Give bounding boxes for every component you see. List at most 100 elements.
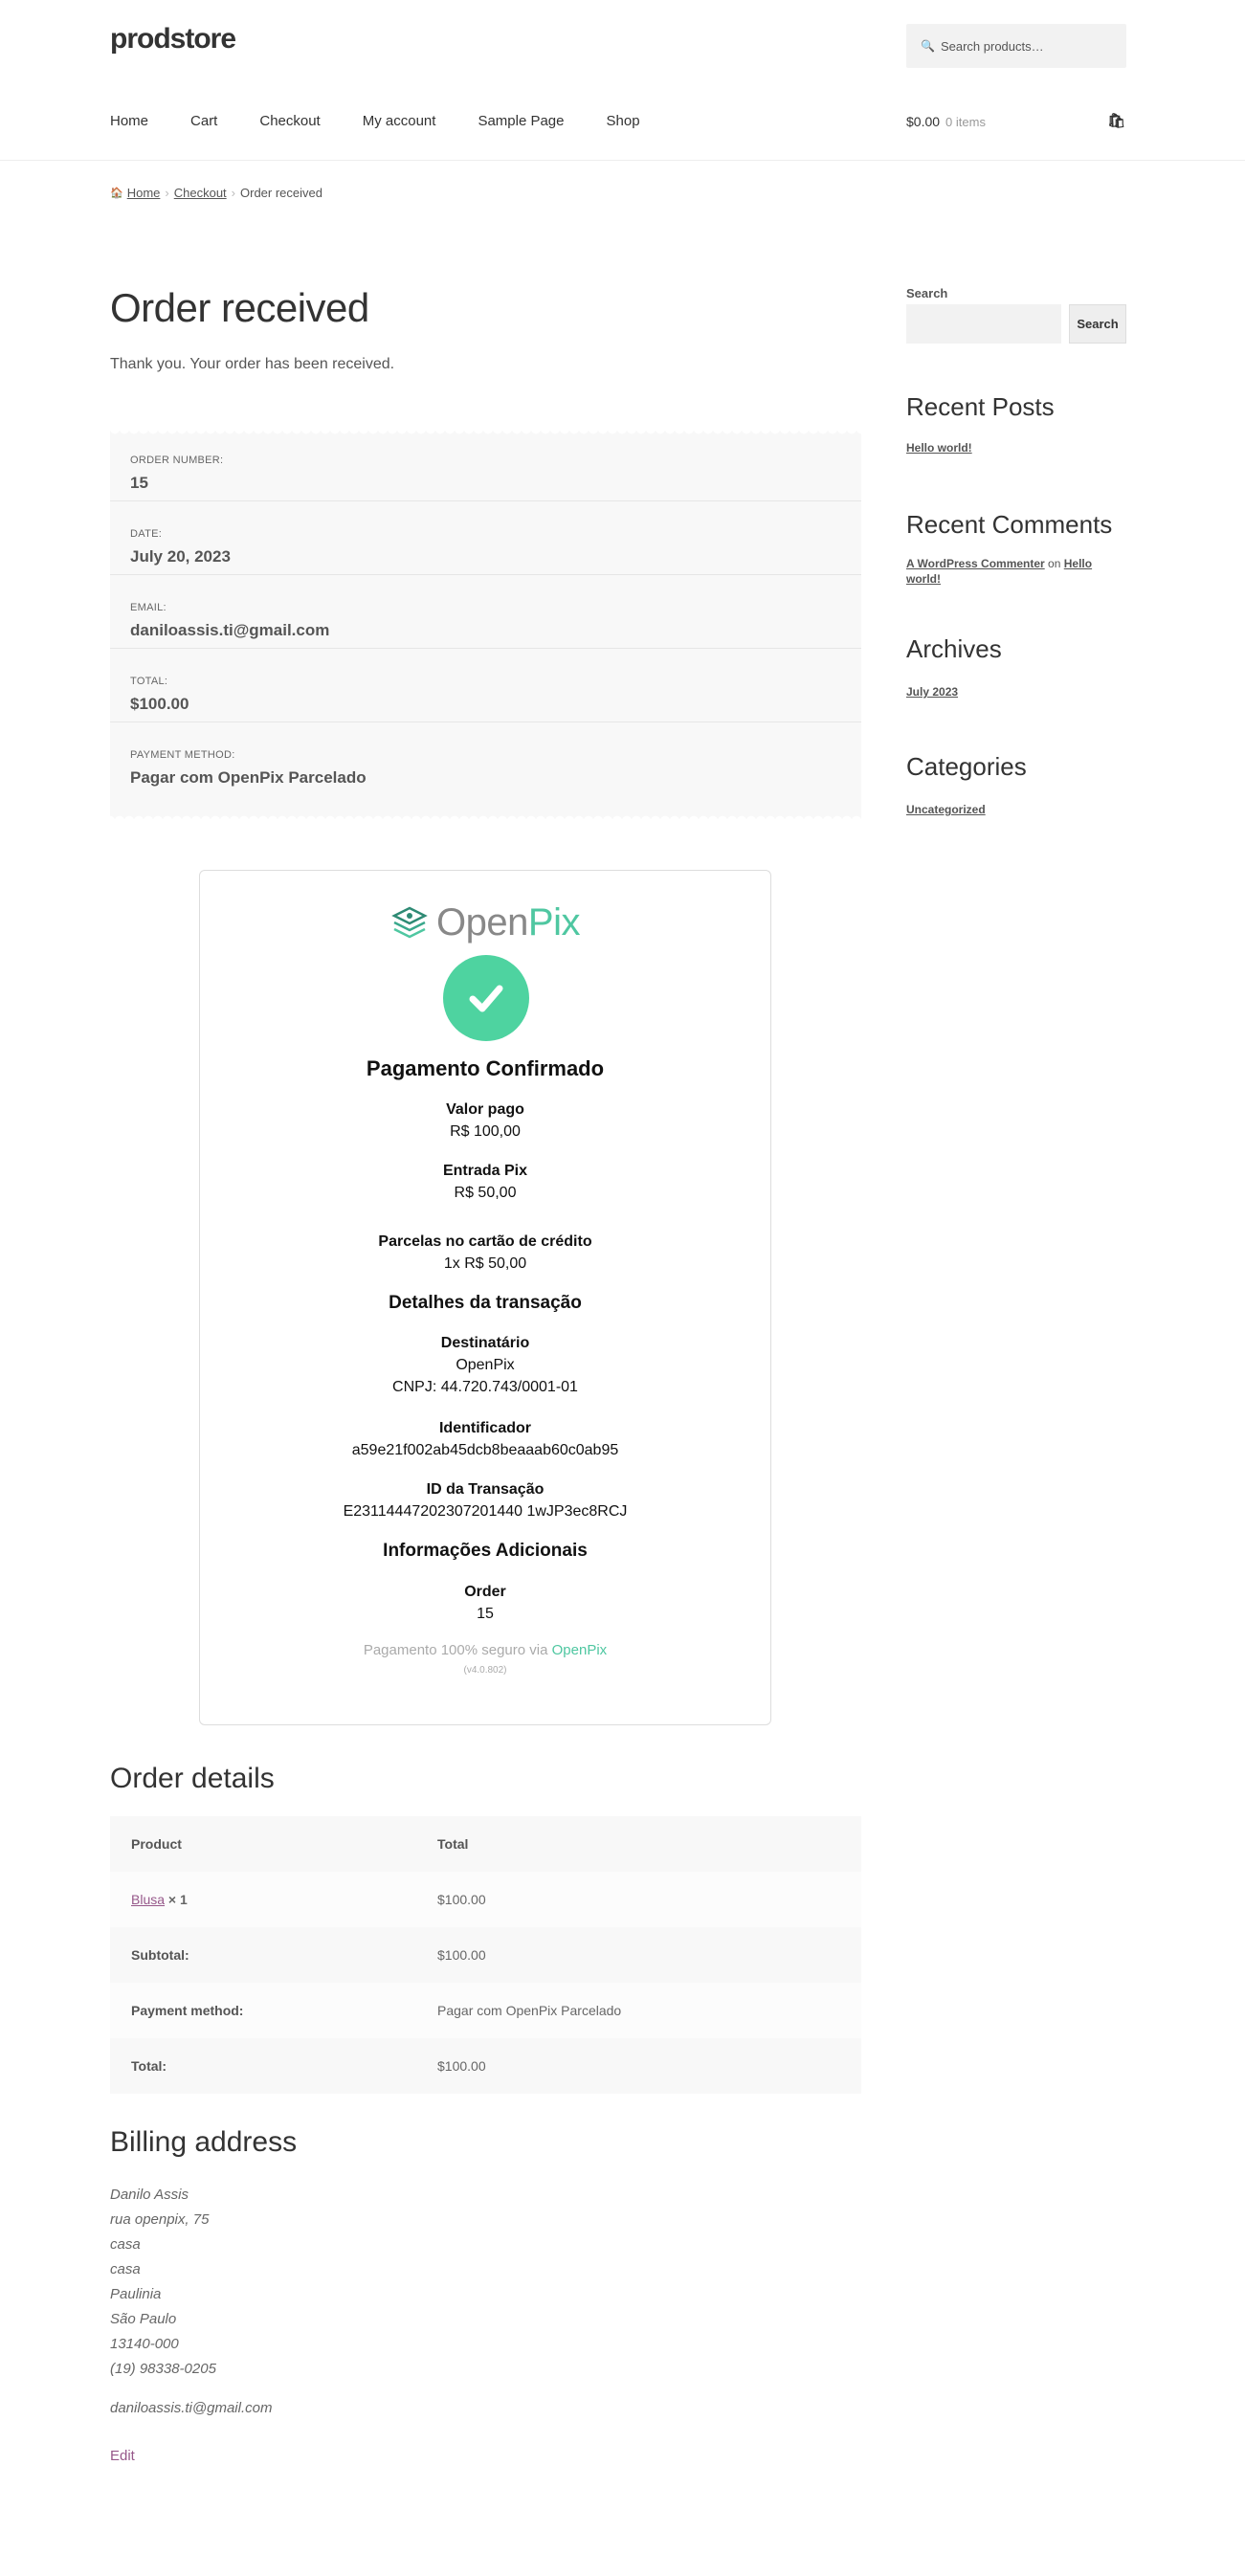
identificador-label: Identificador <box>438 1420 531 1436</box>
overview-total: Total: $100.00 <box>110 650 861 722</box>
subtotal-value: $100.00 <box>416 1927 861 1983</box>
order-value: 15 <box>477 1606 494 1622</box>
success-check-icon <box>443 955 529 1041</box>
edit-billing-link[interactable]: Edit <box>110 2448 135 2464</box>
parcelas-value: 1x R$ 50,00 <box>443 1255 527 1272</box>
billing-line: rua openpix, 75 <box>110 2211 210 2228</box>
sidebar-search-label: Search <box>906 286 948 300</box>
footer-brand-link[interactable]: OpenPix <box>552 1642 608 1658</box>
site-title[interactable]: prodstore <box>110 23 236 56</box>
archive-link[interactable]: July 2023 <box>906 685 958 699</box>
overview-value: 15 <box>130 474 148 492</box>
sidebar-search-input[interactable] <box>906 304 1061 344</box>
product-cell: Blusa × 1 <box>110 1872 416 1927</box>
overview-label: Order number: <box>130 455 224 466</box>
billing-line: Paulinia <box>110 2286 162 2302</box>
col-total: Total <box>416 1816 861 1872</box>
recent-comments-title: Recent Comments <box>906 510 1113 539</box>
nav-item-sample-page[interactable]: Sample Page <box>478 113 564 129</box>
destinatario-label: Destinatário <box>440 1335 530 1351</box>
overview-email: Email: daniloassis.ti@gmail.com <box>110 576 861 649</box>
billing-email: daniloassis.ti@gmail.com <box>110 2400 273 2416</box>
overview-label: Email: <box>130 602 167 613</box>
breadcrumb: 🏠 Home › Checkout › Order received <box>110 186 322 200</box>
overview-value: $100.00 <box>130 695 189 713</box>
breadcrumb-current: Order received <box>240 186 322 200</box>
billing-line: (19) 98338-0205 <box>110 2361 216 2377</box>
id-transacao-label: ID da Transação <box>426 1481 545 1498</box>
recent-post-link[interactable]: Hello world! <box>906 441 972 455</box>
search-placeholder: Search products… <box>940 38 1044 54</box>
overview-label: Payment method: <box>130 749 235 761</box>
nav-item-shop[interactable]: Shop <box>607 113 640 129</box>
site-header: prodstore 🔍 Search products… Home Cart C… <box>0 0 1245 161</box>
product-total: $100.00 <box>416 1872 861 1927</box>
table-row: Blusa × 1 $100.00 <box>110 1872 861 1927</box>
openpix-stack-icon <box>391 906 428 938</box>
comment-on-text: on <box>1048 557 1061 570</box>
billing-line: São Paulo <box>110 2311 177 2327</box>
overview-date: Date: July 20, 2023 <box>110 502 861 575</box>
order-label: Order <box>464 1584 506 1600</box>
nav-item-checkout[interactable]: Checkout <box>259 113 320 129</box>
col-product: Product <box>110 1816 416 1872</box>
cart-total: $0.00 <box>906 114 941 129</box>
logo-open-text: Open <box>436 901 528 944</box>
cart-items-count: 0 items <box>945 115 986 129</box>
additional-info-title: Informações Adicionais <box>383 1541 588 1561</box>
cart-summary[interactable]: $0.00 0 items <box>906 114 986 129</box>
openpix-payment-card: OpenPix Pagamento Confirmado Valor pago … <box>199 870 771 1725</box>
billing-address-title: Billing address <box>110 2126 298 2158</box>
billing-line: casa <box>110 2261 141 2277</box>
overview-payment-method: Payment method: Pagar com OpenPix Parcel… <box>110 723 861 796</box>
nav-item-cart[interactable]: Cart <box>190 113 217 129</box>
sidebar-search-button[interactable]: Search <box>1069 304 1126 344</box>
logo-pix-text: Pix <box>527 901 581 944</box>
footer-text: Pagamento 100% seguro via <box>363 1642 552 1658</box>
entrada-pix-label: Entrada Pix <box>442 1163 528 1179</box>
thankyou-message: Thank you. Your order has been received. <box>110 356 395 372</box>
product-link[interactable]: Blusa <box>131 1892 165 1907</box>
overview-label: Total: <box>130 676 168 687</box>
destinatario-cnpj: CNPJ: 44.720.743/0001-01 <box>392 1379 578 1395</box>
payment-confirmed-title: Pagamento Confirmado <box>366 1056 605 1080</box>
billing-line: casa <box>110 2236 141 2253</box>
transaction-details-title: Detalhes da transação <box>389 1293 582 1313</box>
subtotal-label: Subtotal: <box>110 1927 416 1983</box>
secure-payment-footer: Pagamento 100% seguro via OpenPix <box>200 1642 770 1658</box>
parcelas-label: Parcelas no cartão de crédito <box>378 1233 592 1250</box>
payment-method-value: Pagar com OpenPix Parcelado <box>416 1983 861 2038</box>
total-label: Total: <box>110 2038 416 2094</box>
table-row: Total: $100.00 <box>110 2038 861 2094</box>
billing-line: 13140-000 <box>110 2336 179 2352</box>
home-icon: 🏠 <box>110 188 123 199</box>
order-details-table: Product Total Blusa × 1 $100.00 Subtotal… <box>110 1816 861 2094</box>
product-qty: × 1 <box>167 1892 188 1907</box>
payment-method-label: Payment method: <box>110 1983 416 2038</box>
category-link[interactable]: Uncategorized <box>906 803 986 816</box>
table-header-row: Product Total <box>110 1816 861 1872</box>
breadcrumb-checkout[interactable]: Checkout <box>174 186 227 200</box>
order-details-title: Order details <box>110 1763 275 1794</box>
breadcrumb-home[interactable]: Home <box>127 186 161 200</box>
overview-value: Pagar com OpenPix Parcelado <box>130 768 367 787</box>
plugin-version: (v4.0.802) <box>463 1665 507 1676</box>
destinatario-name: OpenPix <box>456 1357 515 1373</box>
cart-bag-icon[interactable]: 🛍 <box>1107 112 1125 129</box>
order-overview: Order number: 15 Date: July 20, 2023 Ema… <box>110 429 861 821</box>
breadcrumb-separator: › <box>165 186 169 200</box>
openpix-wordmark: OpenPix <box>436 901 580 944</box>
id-transacao-value: E23114447202307201440 1wJP3ec8RCJ <box>343 1503 628 1520</box>
recent-comment: A WordPress Commenter on Hello world! <box>906 556 1126 587</box>
nav-item-home[interactable]: Home <box>110 113 148 129</box>
table-row: Payment method: Pagar com OpenPix Parcel… <box>110 1983 861 2038</box>
billing-address: Danilo Assis rua openpix, 75 casa casa P… <box>110 2183 216 2382</box>
recent-posts-title: Recent Posts <box>906 392 1055 421</box>
overview-label: Date: <box>130 528 163 540</box>
product-search-input[interactable]: 🔍 Search products… <box>906 24 1126 68</box>
categories-title: Categories <box>906 752 1027 781</box>
entrada-pix-value: R$ 50,00 <box>454 1185 517 1201</box>
primary-nav: Home Cart Checkout My account Sample Pag… <box>110 113 682 129</box>
comment-author-link[interactable]: A WordPress Commenter <box>906 557 1045 570</box>
nav-item-my-account[interactable]: My account <box>363 113 436 129</box>
